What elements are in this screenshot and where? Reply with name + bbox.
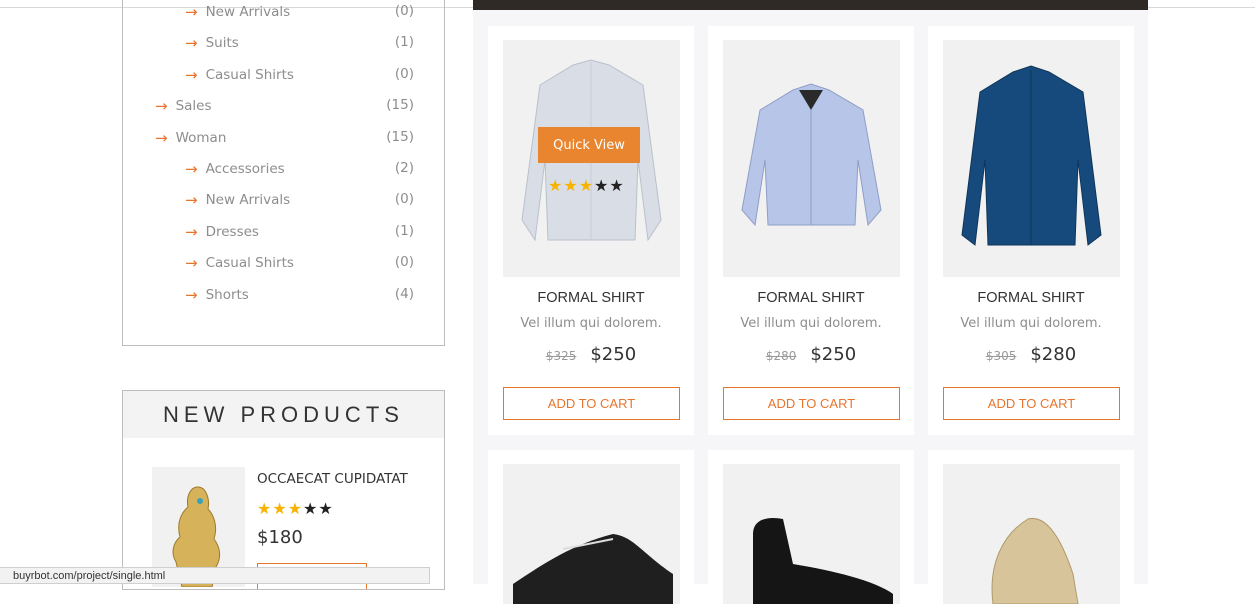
category-item[interactable]: → Suits [185,33,239,53]
product-name[interactable]: FORMAL SHIRT [708,290,914,306]
star-icon: ★ [257,499,273,518]
category-count: (1) [394,222,414,239]
category-count: (15) [386,128,414,145]
product-image[interactable] [723,464,900,604]
product-card: FORMAL SHIRT Vel illum qui dolorem. $305… [928,26,1134,435]
product-name[interactable]: FORMAL SHIRT [928,290,1134,306]
category-label: Casual Shirts [205,66,294,83]
new-products-panel: NEW PRODUCTS OCCAECAT CUPIDATAT ★★★★★ $1… [122,390,445,590]
star-icon: ★ [594,176,610,195]
new-product-price: $180 [257,527,303,548]
new-product-rating: ★★★★★ [257,499,334,518]
category-count: (0) [394,191,414,208]
arrow-right-icon: → [155,97,168,116]
product-rating: ★★★★★ [548,176,625,195]
hero-banner-edge [473,0,1148,10]
arrow-right-icon: → [155,128,168,147]
category-label: Accessories [205,161,285,177]
add-to-cart-button[interactable]: ADD TO CART [943,387,1120,420]
product-card: Quick View ★★★★★ FORMAL SHIRT Vel illum … [488,26,694,435]
product-description: Vel illum qui dolorem. [740,316,882,331]
arrow-right-icon: → [185,65,198,84]
product-description: Vel illum qui dolorem. [520,316,662,331]
current-price: $250 [810,344,857,365]
product-image[interactable] [943,464,1120,605]
category-item[interactable]: → New Arrivals [185,2,290,22]
category-item[interactable]: → Casual Shirts [185,253,294,273]
product-description: Vel illum qui dolorem. [960,316,1102,331]
category-item[interactable]: → New Arrivals [185,190,290,210]
category-count: (0) [394,3,414,19]
category-label: Sales [175,98,212,115]
quick-view-button[interactable]: Quick View [538,127,640,163]
category-item[interactable]: → Shorts [185,285,249,305]
arrow-right-icon: → [185,34,198,53]
product-card [488,450,694,604]
star-icon: ★ [548,176,564,195]
category-label: Shorts [205,286,249,303]
category-count: (2) [394,160,414,176]
product-prices: $280 $250 [708,344,914,365]
status-url-bar: buyrbot.com/project/single.html [0,567,430,584]
star-icon: ★ [578,176,595,195]
arrow-right-icon: → [185,3,198,21]
old-price: $305 [985,349,1017,363]
star-icon: ★ [303,499,319,518]
category-item[interactable]: → Accessories [185,159,285,179]
category-item[interactable]: → Casual Shirts [185,65,294,85]
category-count: (4) [394,285,414,302]
star-icon: ★ [609,176,625,195]
product-prices: $325 $250 [488,344,694,365]
product-card: FORMAL SHIRT Vel illum qui dolorem. $280… [708,26,914,435]
category-count: (0) [394,254,414,271]
add-to-cart-button[interactable]: ADD TO CART [503,387,680,420]
star-icon: ★ [287,499,304,518]
product-image[interactable] [503,464,680,604]
category-label: Casual Shirts [205,255,294,272]
arrow-right-icon: → [185,222,198,241]
arrow-right-icon: → [185,191,198,210]
category-count: (0) [394,65,414,82]
product-name[interactable]: FORMAL SHIRT [488,290,694,306]
arrow-right-icon: → [185,160,198,178]
product-card [708,450,914,604]
category-label: New Arrivals [205,4,291,20]
category-label: Suits [205,35,239,52]
category-item[interactable]: → Sales [155,96,212,116]
product-image[interactable] [943,40,1120,277]
category-count: (15) [386,97,414,114]
category-item[interactable]: → Dresses [185,222,259,242]
star-icon: ★ [563,176,579,195]
arrow-right-icon: → [185,285,198,304]
product-prices: $305 $280 [928,344,1134,365]
category-label: New Arrivals [205,192,291,209]
old-price: $325 [545,349,577,363]
category-count: (1) [394,34,414,51]
category-label: Dresses [205,223,259,240]
new-product-title[interactable]: OCCAECAT CUPIDATAT [257,471,408,487]
old-price: $280 [765,349,797,363]
product-image[interactable] [723,40,900,277]
category-item[interactable]: → Woman [155,128,226,148]
arrow-right-icon: → [185,254,198,273]
current-price: $250 [590,344,637,365]
product-card [928,450,1134,605]
add-to-cart-button[interactable]: ADD TO CART [723,387,900,420]
star-icon: ★ [318,499,334,518]
current-price: $280 [1030,344,1077,365]
star-icon: ★ [272,499,288,518]
category-label: Woman [175,129,227,146]
new-products-heading: NEW PRODUCTS [123,391,444,438]
